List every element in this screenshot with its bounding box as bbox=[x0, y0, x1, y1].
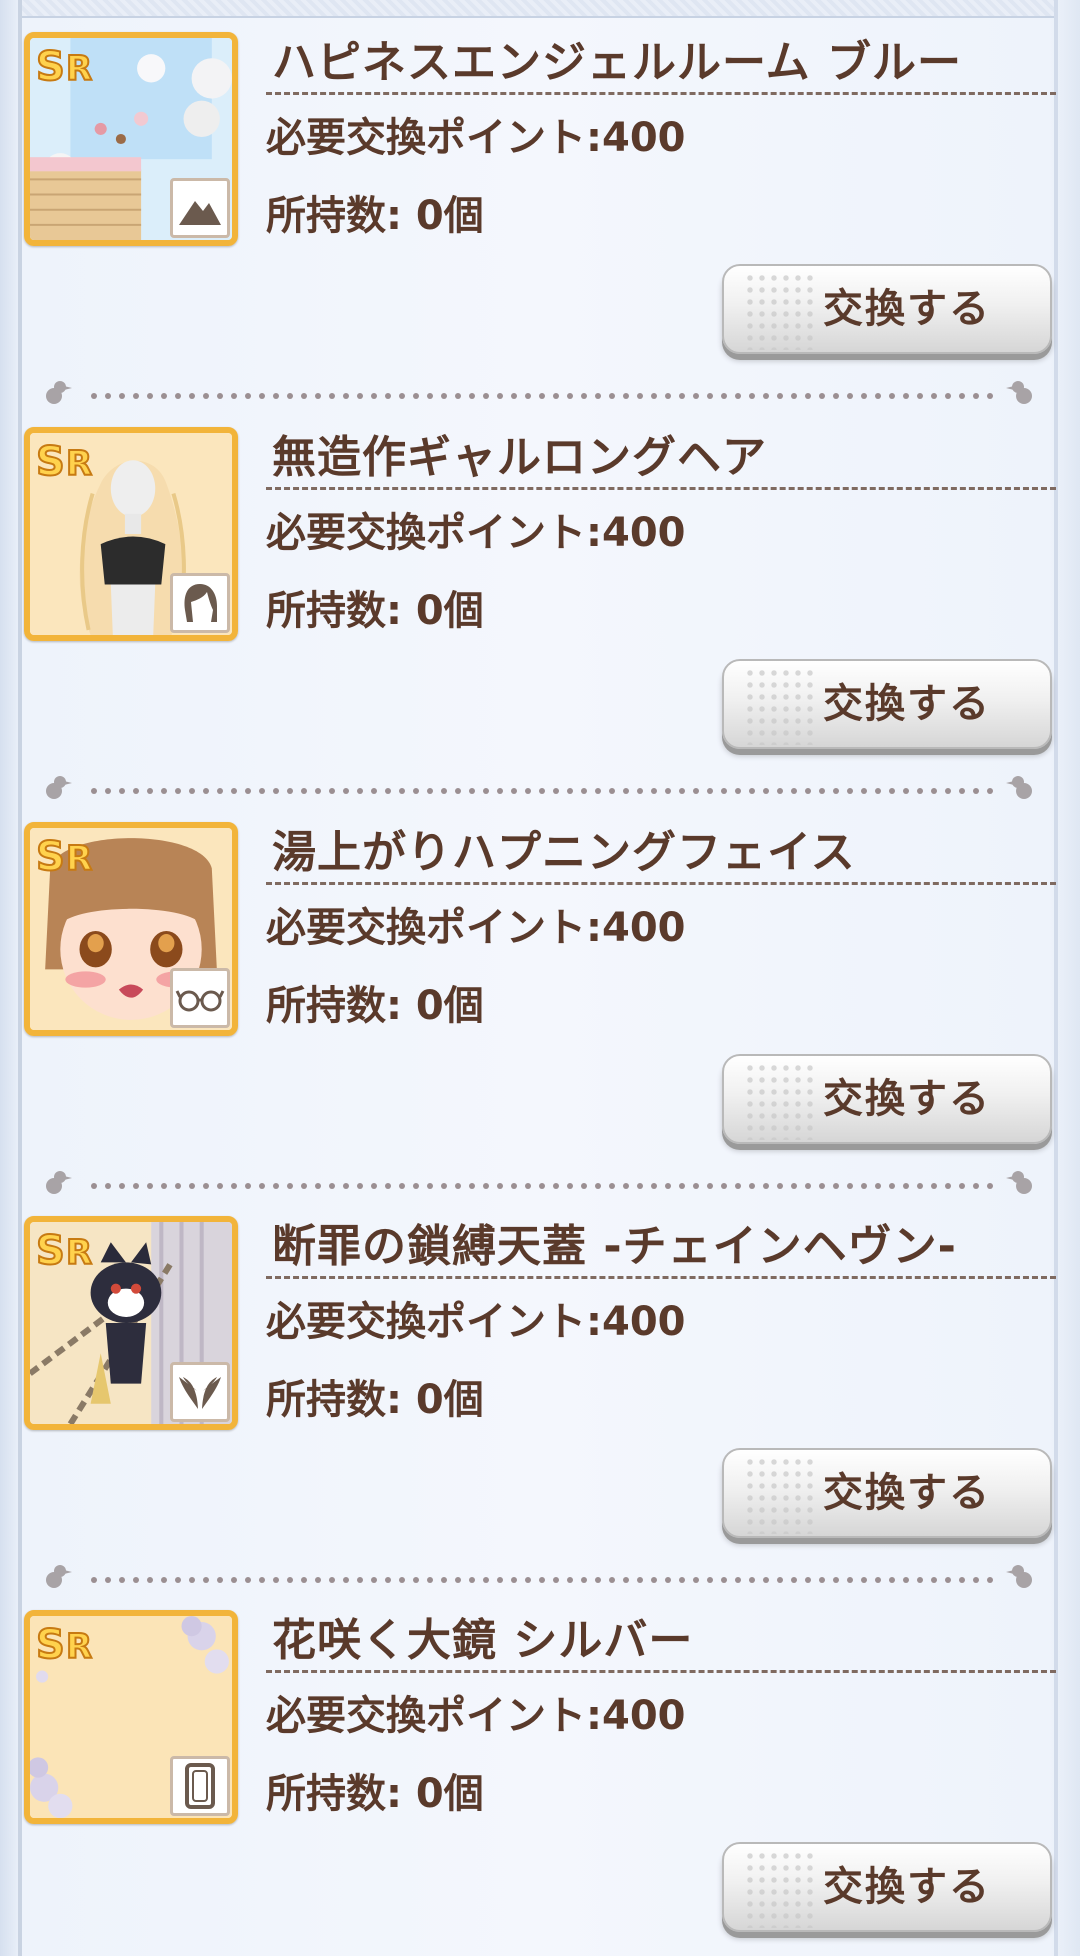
name-divider bbox=[266, 882, 1056, 885]
sr-rarity-badge: S R bbox=[35, 833, 93, 878]
list-item: S R 無造作ギャルロングヘア 必要交換ポイント:400 所持数: 0個 交換す… bbox=[0, 395, 1080, 799]
sr-rarity-badge: S R bbox=[35, 438, 93, 483]
item-name: ハピネスエンジェルルーム ブルー bbox=[272, 37, 962, 88]
exchange-button-label: 交換する bbox=[823, 1076, 991, 1122]
svg-text:S: S bbox=[36, 439, 65, 483]
owned-count: 所持数: 0個 bbox=[266, 588, 484, 634]
exchange-button[interactable]: 交換する bbox=[722, 1448, 1052, 1538]
exchange-button-label: 交換する bbox=[823, 681, 991, 727]
sr-rarity-badge: S R bbox=[35, 43, 93, 88]
list-item: S R 断罪の鎖縛天蓋 -チェインヘヴン- 必要交換ポイント:400 所持数: … bbox=[0, 1184, 1080, 1588]
exchange-button-label: 交換する bbox=[823, 1864, 991, 1910]
item-name: 断罪の鎖縛天蓋 -チェインヘヴン- bbox=[272, 1221, 957, 1272]
sr-rarity-badge: S R bbox=[35, 1621, 93, 1666]
hair-icon bbox=[170, 573, 230, 633]
list-item: S R 湯上がりハプニングフェイス 必要交換ポイント:400 所持数: 0個 交… bbox=[0, 790, 1080, 1194]
item-thumbnail[interactable]: S R bbox=[24, 1610, 238, 1824]
required-points: 必要交換ポイント:400 bbox=[266, 510, 686, 556]
owned-count: 所持数: 0個 bbox=[266, 1377, 484, 1423]
svg-text:R: R bbox=[66, 1627, 92, 1666]
name-divider bbox=[266, 92, 1056, 95]
sr-rarity-badge: S R bbox=[35, 1227, 93, 1272]
list-item: S R 花咲く大鏡 シルバー 必要交換ポイント:400 所持数: 0個 交換する bbox=[0, 1578, 1080, 1956]
exchange-button[interactable]: 交換する bbox=[722, 1054, 1052, 1144]
svg-text:R: R bbox=[66, 49, 92, 88]
item-thumbnail[interactable]: S R bbox=[24, 32, 238, 246]
owned-count: 所持数: 0個 bbox=[266, 193, 484, 239]
required-points: 必要交換ポイント:400 bbox=[266, 1299, 686, 1345]
glasses-icon bbox=[170, 968, 230, 1028]
svg-text:R: R bbox=[66, 1233, 92, 1272]
svg-text:S: S bbox=[36, 1228, 65, 1272]
name-divider bbox=[266, 1276, 1056, 1279]
svg-text:S: S bbox=[36, 1622, 65, 1666]
mirror-frame-icon bbox=[170, 1756, 230, 1816]
owned-count: 所持数: 0個 bbox=[266, 1771, 484, 1817]
exchange-button-label: 交換する bbox=[823, 286, 991, 332]
svg-text:R: R bbox=[66, 444, 92, 483]
svg-text:S: S bbox=[36, 834, 65, 878]
mountain-icon bbox=[170, 178, 230, 238]
required-points: 必要交換ポイント:400 bbox=[266, 1693, 686, 1739]
exchange-button[interactable]: 交換する bbox=[722, 1842, 1052, 1932]
item-name: 無造作ギャルロングヘア bbox=[272, 432, 767, 483]
exchange-button-label: 交換する bbox=[823, 1470, 991, 1516]
item-thumbnail[interactable]: S R bbox=[24, 427, 238, 641]
exchange-button[interactable]: 交換する bbox=[722, 264, 1052, 354]
wings-icon bbox=[170, 1362, 230, 1422]
exchange-button[interactable]: 交換する bbox=[722, 659, 1052, 749]
exchange-item-list: S R ハピネスエンジェルルーム ブルー 必要交換ポイント:400 所持数: 0… bbox=[0, 0, 1080, 1956]
required-points: 必要交換ポイント:400 bbox=[266, 905, 686, 951]
item-thumbnail[interactable]: S R bbox=[24, 1216, 238, 1430]
item-thumbnail[interactable]: S R bbox=[24, 822, 238, 1036]
svg-text:S: S bbox=[36, 44, 65, 88]
item-name: 花咲く大鏡 シルバー bbox=[272, 1615, 694, 1666]
item-name: 湯上がりハプニングフェイス bbox=[272, 827, 856, 878]
list-item: S R ハピネスエンジェルルーム ブルー 必要交換ポイント:400 所持数: 0… bbox=[0, 0, 1080, 404]
required-points: 必要交換ポイント:400 bbox=[266, 115, 686, 161]
name-divider bbox=[266, 1670, 1056, 1673]
owned-count: 所持数: 0個 bbox=[266, 983, 484, 1029]
svg-text:R: R bbox=[66, 839, 92, 878]
name-divider bbox=[266, 487, 1056, 490]
